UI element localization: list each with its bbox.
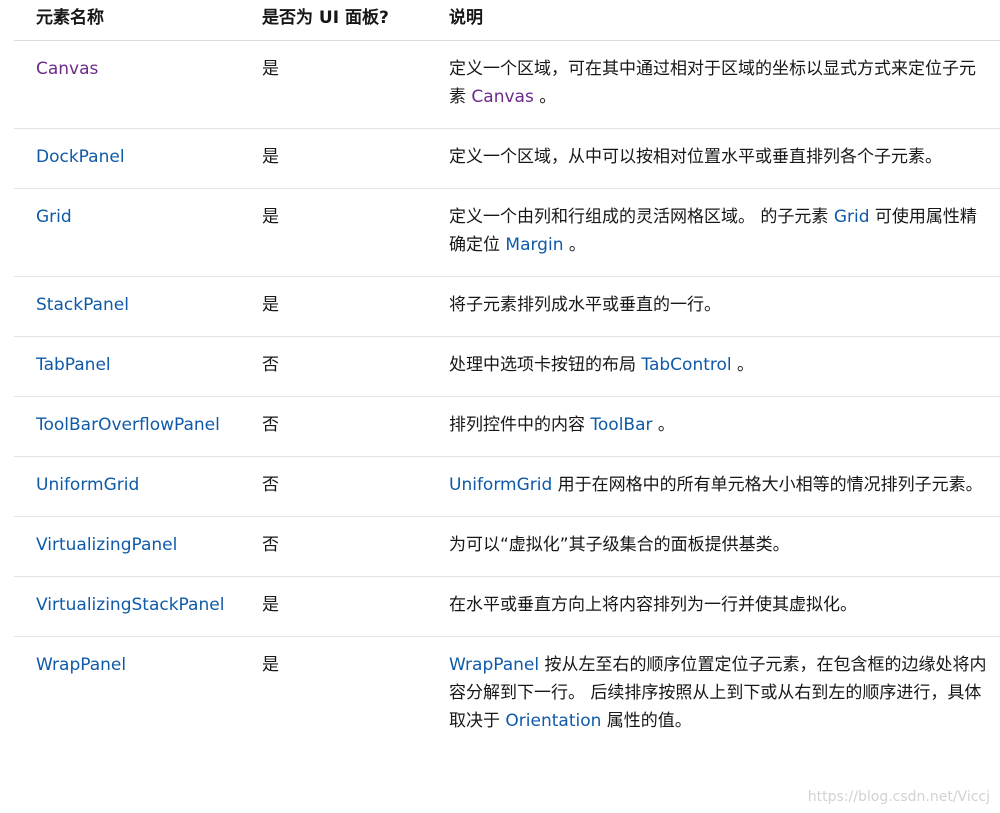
description-cell: 为可以“虚拟化”其子级集合的面板提供基类。 <box>427 516 1000 577</box>
table-row: VirtualizingPanel 否 为可以“虚拟化”其子级集合的面板提供基类。 <box>14 516 1000 577</box>
table-row: Grid 是定义一个由列和行组成的灵活网格区域。 的子元素 Grid 可使用属性精… <box>14 188 1000 277</box>
description-link[interactable]: UniformGrid <box>449 475 552 495</box>
description-text: 。 <box>731 355 755 375</box>
description-text: 。 <box>652 415 675 435</box>
element-name-link[interactable]: StackPanel <box>36 295 129 315</box>
description-text: 为可以“虚拟化”其子级集合的面板提供基类。 <box>449 535 790 555</box>
description-text: 属性的值。 <box>601 711 692 731</box>
element-name-link[interactable]: VirtualizingPanel <box>36 535 177 555</box>
element-name-cell: Canvas <box>14 40 240 129</box>
description-link[interactable]: WrapPanel <box>449 655 539 675</box>
element-name-cell: ToolBarOverflowPanel <box>14 396 240 457</box>
table-row: ToolBarOverflowPanel 否排列控件中的内容 ToolBar 。 <box>14 396 1000 457</box>
description-link[interactable]: Margin <box>505 235 563 255</box>
table-row: Canvas 是定义一个区域，可在其中通过相对于区域的坐标以显式方式来定位子元素 … <box>14 40 1000 129</box>
element-name-link[interactable]: DockPanel <box>36 147 125 167</box>
description-cell: 排列控件中的内容 ToolBar 。 <box>427 396 1000 457</box>
table-row: StackPanel 是 将子元素排列成水平或垂直的一行。 <box>14 276 1000 337</box>
description-link[interactable]: Grid <box>834 207 870 227</box>
element-name-link[interactable]: UniformGrid <box>36 475 139 495</box>
description-text: 用于在网格中的所有单元格大小相等的情况排列子元素。 <box>552 475 983 495</box>
is-ui-panel-cell: 否 <box>240 516 427 577</box>
element-name-cell: TabPanel <box>14 336 240 397</box>
element-name-link[interactable]: VirtualizingStackPanel <box>36 595 224 615</box>
description-link[interactable]: Canvas <box>471 87 533 107</box>
element-name-link[interactable]: Canvas <box>36 59 98 79</box>
is-ui-panel-cell: 是 <box>240 276 427 337</box>
element-name-cell: VirtualizingStackPanel <box>14 576 240 637</box>
description-link[interactable]: Orientation <box>505 711 601 731</box>
description-link[interactable]: ToolBar <box>590 415 652 435</box>
description-text: 定义一个区域，从中可以按相对位置水平或垂直排列各个子元素。 <box>449 147 942 167</box>
description-cell: UniformGrid 用于在网格中的所有单元格大小相等的情况排列子元素。 <box>427 456 1000 517</box>
description-cell: 定义一个区域，从中可以按相对位置水平或垂直排列各个子元素。 <box>427 128 1000 189</box>
element-name-link[interactable]: WrapPanel <box>36 655 126 675</box>
header-element-name: 元素名称 <box>14 0 240 41</box>
element-name-link[interactable]: Grid <box>36 207 72 227</box>
description-cell: 定义一个区域，可在其中通过相对于区域的坐标以显式方式来定位子元素 Canvas … <box>427 40 1000 129</box>
description-text: 。 <box>563 235 586 255</box>
is-ui-panel-cell: 是 <box>240 128 427 189</box>
table-row: TabPanel 否处理中选项卡按钮的布局 TabControl 。 <box>14 336 1000 397</box>
description-cell: 将子元素排列成水平或垂直的一行。 <box>427 276 1000 337</box>
element-name-link[interactable]: TabPanel <box>36 355 111 375</box>
description-text: 定义一个由列和行组成的灵活网格区域。 的子元素 <box>449 207 834 227</box>
table-row: UniformGrid 否 UniformGrid 用于在网格中的所有单元格大小相等… <box>14 456 1000 517</box>
description-cell: 在水平或垂直方向上将内容排列为一行并使其虚拟化。 <box>427 576 1000 637</box>
description-text: 处理中选项卡按钮的布局 <box>449 355 642 375</box>
element-name-cell: DockPanel <box>14 128 240 189</box>
element-name-cell: WrapPanel <box>14 637 240 753</box>
description-text: 在水平或垂直方向上将内容排列为一行并使其虚拟化。 <box>449 595 857 615</box>
content-area: 元素名称 是否为 UI 面板? 说明 Canvas 是定义一个区域，可在其中通过相… <box>14 0 1000 752</box>
is-ui-panel-cell: 否 <box>240 336 427 397</box>
description-cell: 处理中选项卡按钮的布局 TabControl 。 <box>427 336 1000 397</box>
description-text: 将子元素排列成水平或垂直的一行。 <box>449 295 721 315</box>
table-row: VirtualizingStackPanel 是 在水平或垂直方向上将内容排列为一行… <box>14 576 1000 637</box>
is-ui-panel-cell: 是 <box>240 188 427 277</box>
is-ui-panel-cell: 否 <box>240 456 427 517</box>
header-description: 说明 <box>427 0 1000 41</box>
is-ui-panel-cell: 是 <box>262 655 279 675</box>
element-name-cell: UniformGrid <box>14 456 240 517</box>
element-name-cell: StackPanel <box>14 276 240 337</box>
table-row: WrapPanel 是 WrapPanel 按从左至右的顺序位置定位子元素，在包含框… <box>14 637 1000 753</box>
table-row: DockPanel 是 定义一个区域，从中可以按相对位置水平或垂直排列各个子元素。 <box>14 128 1000 189</box>
description-link[interactable]: TabControl <box>641 355 731 375</box>
element-name-link[interactable]: ToolBarOverflowPanel <box>36 415 220 435</box>
element-name-cell: VirtualizingPanel <box>14 516 240 577</box>
header-is-ui-panel: 是否为 UI 面板? <box>240 0 427 41</box>
description-cell: WrapPanel 按从左至右的顺序位置定位子元素，在包含框的边缘处将内容分解到… <box>427 637 1000 753</box>
is-ui-panel-cell: 是 <box>240 40 427 129</box>
element-name-cell: Grid <box>14 188 240 277</box>
description-text: 排列控件中的内容 <box>449 415 591 435</box>
panel-elements-table: 元素名称 是否为 UI 面板? 说明 Canvas 是定义一个区域，可在其中通过相… <box>14 0 1000 752</box>
is-ui-panel-cell: 是 <box>240 576 427 637</box>
is-ui-panel-cell: 否 <box>240 396 427 457</box>
watermark: https://blog.csdn.net/Viccj <box>807 789 990 805</box>
table-header-row: 元素名称 是否为 UI 面板? 说明 <box>14 0 1000 41</box>
description-cell: 定义一个由列和行组成的灵活网格区域。 的子元素 Grid 可使用属性精确定位 M… <box>427 188 1000 277</box>
description-text: 。 <box>533 87 557 107</box>
